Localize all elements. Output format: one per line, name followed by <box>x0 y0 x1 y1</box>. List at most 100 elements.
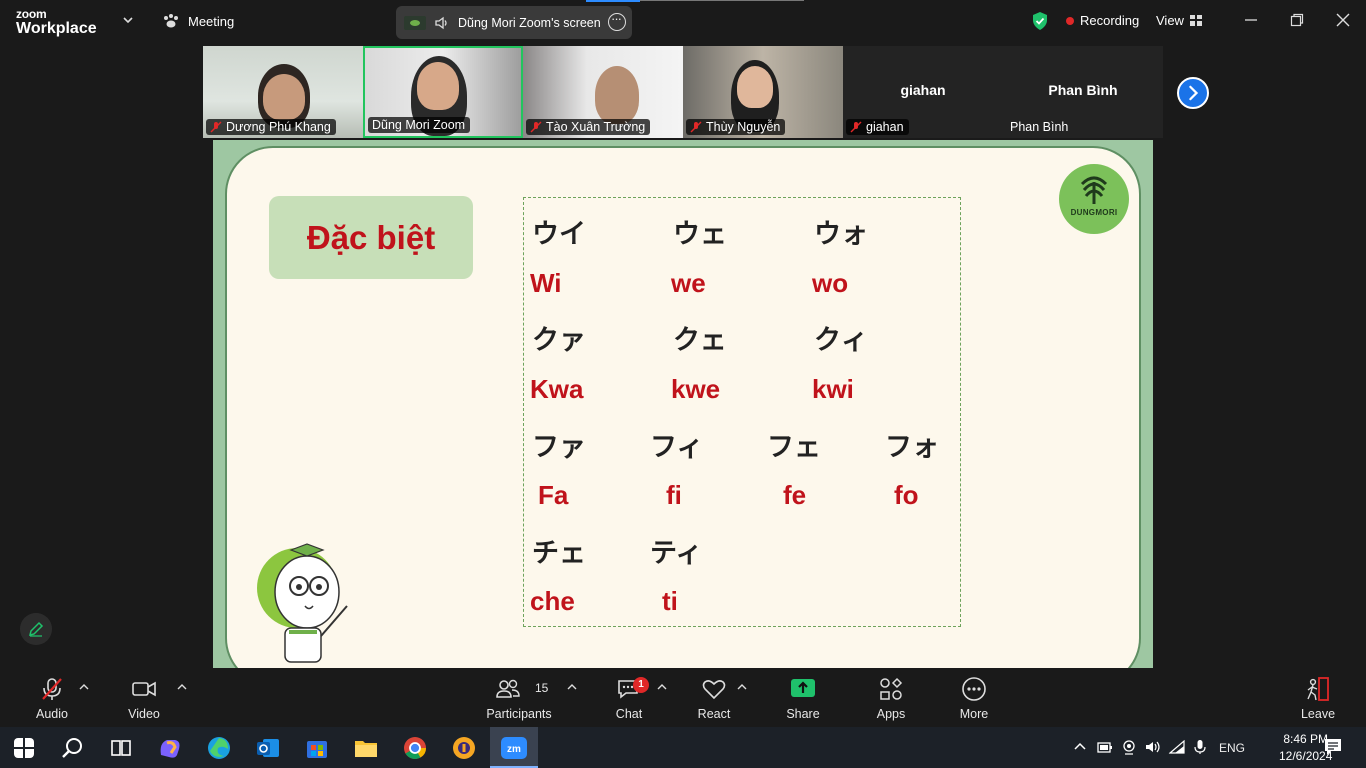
participants-button[interactable]: 15 Participants <box>486 669 552 727</box>
view-button[interactable]: View <box>1156 13 1202 28</box>
leave-label: Leave <box>1300 707 1336 721</box>
audio-options-caret-icon[interactable] <box>79 683 89 691</box>
battery-icon[interactable] <box>1096 739 1114 755</box>
romaji-cell: ti <box>662 586 678 616</box>
wifi-icon[interactable] <box>1168 739 1186 755</box>
speaker-icon[interactable] <box>434 16 450 30</box>
mic-muted-icon <box>690 121 702 133</box>
edge-browser-icon[interactable] <box>206 735 232 761</box>
audio-label: Audio <box>36 707 68 721</box>
webcam-icon[interactable] <box>1120 739 1138 755</box>
chevron-down-icon[interactable] <box>122 14 134 26</box>
outlook-icon[interactable] <box>255 735 281 761</box>
annotate-pencil-icon[interactable] <box>20 613 52 645</box>
romaji-cell: fo <box>894 480 919 510</box>
video-tile[interactable]: Tào Xuân Trường <box>523 46 683 138</box>
kana-cell: フォ <box>885 432 939 463</box>
more-options-icon <box>962 677 986 701</box>
participant-center-name: giahan <box>900 82 946 98</box>
kana-cell: ティ <box>650 538 703 569</box>
video-button[interactable]: Video <box>116 669 172 727</box>
participant-face <box>263 74 305 120</box>
chat-button[interactable]: 1 Chat <box>605 669 653 727</box>
share-label: Dũng Mori Zoom's screen <box>458 15 601 30</box>
video-tile-active-speaker[interactable]: Dũng Mori Zoom <box>363 46 523 138</box>
volume-icon[interactable] <box>1144 739 1162 755</box>
participants-options-caret-icon[interactable] <box>567 683 577 691</box>
zoom-app-icon[interactable]: zm <box>501 735 527 761</box>
zoom-workplace-logo[interactable]: zoom Workplace <box>16 8 97 37</box>
video-tile-no-video[interactable]: giahan giahan <box>843 46 1003 138</box>
romaji-cell: che <box>530 586 575 616</box>
kana-cell: ファ <box>532 432 586 463</box>
chat-label: Chat <box>615 707 643 721</box>
leave-exit-icon <box>1307 677 1329 701</box>
more-button[interactable]: More <box>949 669 999 727</box>
microphone-tray-icon[interactable] <box>1192 739 1208 755</box>
participant-name-tag: Phan Bình <box>1006 119 1073 135</box>
video-tile[interactable]: Dương Phú Khang <box>203 46 363 138</box>
more-label: More <box>959 707 989 721</box>
participant-name: Phan Bình <box>1010 120 1069 134</box>
tray-expand-icon[interactable] <box>1072 739 1088 755</box>
react-button[interactable]: React <box>690 669 738 727</box>
apps-button[interactable]: Apps <box>866 669 916 727</box>
close-icon[interactable] <box>1335 12 1351 28</box>
video-tile-no-video[interactable]: Phan Bình Phan Bình <box>1003 46 1163 138</box>
recording-indicator[interactable]: Recording <box>1066 13 1139 28</box>
recording-label: Recording <box>1080 13 1140 28</box>
participant-name-tag: Dương Phú Khang <box>206 119 336 135</box>
task-view-icon[interactable] <box>108 735 134 761</box>
windows-start-icon[interactable] <box>14 738 34 758</box>
microsoft-store-icon[interactable] <box>304 735 330 761</box>
meeting-info-button[interactable]: Meeting <box>162 13 234 29</box>
screen-share-indicator[interactable]: Dũng Mori Zoom's screen <box>396 6 632 39</box>
chrome-browser-icon[interactable] <box>402 735 428 761</box>
audio-button[interactable]: Audio <box>24 669 80 727</box>
mic-muted-icon <box>850 121 862 133</box>
minimize-icon[interactable] <box>1243 12 1259 28</box>
search-icon[interactable] <box>60 735 86 761</box>
kana-cell: ウォ <box>814 219 868 250</box>
zoom-meeting-window: zoom Workplace Meeting Dũng Mori Zoom's … <box>0 0 1366 768</box>
chat-unread-badge: 1 <box>633 677 649 693</box>
video-options-caret-icon[interactable] <box>177 683 187 691</box>
brand-line-1: zoom <box>16 7 47 21</box>
participant-name-tag: Dũng Mori Zoom <box>368 117 471 133</box>
react-label: React <box>697 707 731 721</box>
video-tile[interactable]: Thùy Nguyễn <box>683 46 843 138</box>
shared-screen: Đặc biệt ウイ ウェ ウォ Wi we wo クァ クェ クィ Kwa … <box>213 140 1153 668</box>
chat-options-caret-icon[interactable] <box>657 683 667 691</box>
top-divider-line <box>640 0 804 1</box>
file-explorer-icon[interactable] <box>353 735 379 761</box>
video-label: Video <box>128 707 160 721</box>
romaji-cell: fi <box>666 480 682 510</box>
apps-label: Apps <box>876 707 906 721</box>
participant-face <box>737 66 773 108</box>
kana-cell: クァ <box>532 325 586 356</box>
copilot-icon[interactable] <box>157 735 183 761</box>
next-page-arrow-icon[interactable] <box>1177 77 1209 109</box>
share-more-icon[interactable] <box>608 11 626 31</box>
slide-title: Đặc biệt <box>269 196 473 279</box>
shield-check-icon[interactable] <box>1031 11 1049 31</box>
participants-count: 15 <box>535 681 549 695</box>
participant-face <box>595 66 639 124</box>
share-button[interactable]: Share <box>778 669 828 727</box>
participant-video-strip: Dương Phú Khang Dũng Mori Zoom Tào Xuân … <box>203 46 1163 138</box>
romaji-cell: we <box>671 268 706 298</box>
kana-cell: クィ <box>814 325 868 356</box>
leave-button[interactable]: Leave <box>1294 669 1342 727</box>
notification-center-icon[interactable] <box>1323 737 1343 757</box>
restore-icon[interactable] <box>1289 12 1305 28</box>
participant-name: Tào Xuân Trường <box>546 120 646 134</box>
romaji-cell: Fa <box>538 480 569 510</box>
react-options-caret-icon[interactable] <box>737 683 747 691</box>
share-screen-icon <box>791 679 815 697</box>
mic-muted-icon <box>210 121 222 133</box>
input-language[interactable]: ENG <box>1219 741 1245 755</box>
kana-cell: クェ <box>673 325 727 356</box>
vpn-shield-app-icon[interactable] <box>451 735 477 761</box>
romaji-cell: kwe <box>671 374 721 404</box>
leaf-logo-icon <box>1080 176 1108 204</box>
